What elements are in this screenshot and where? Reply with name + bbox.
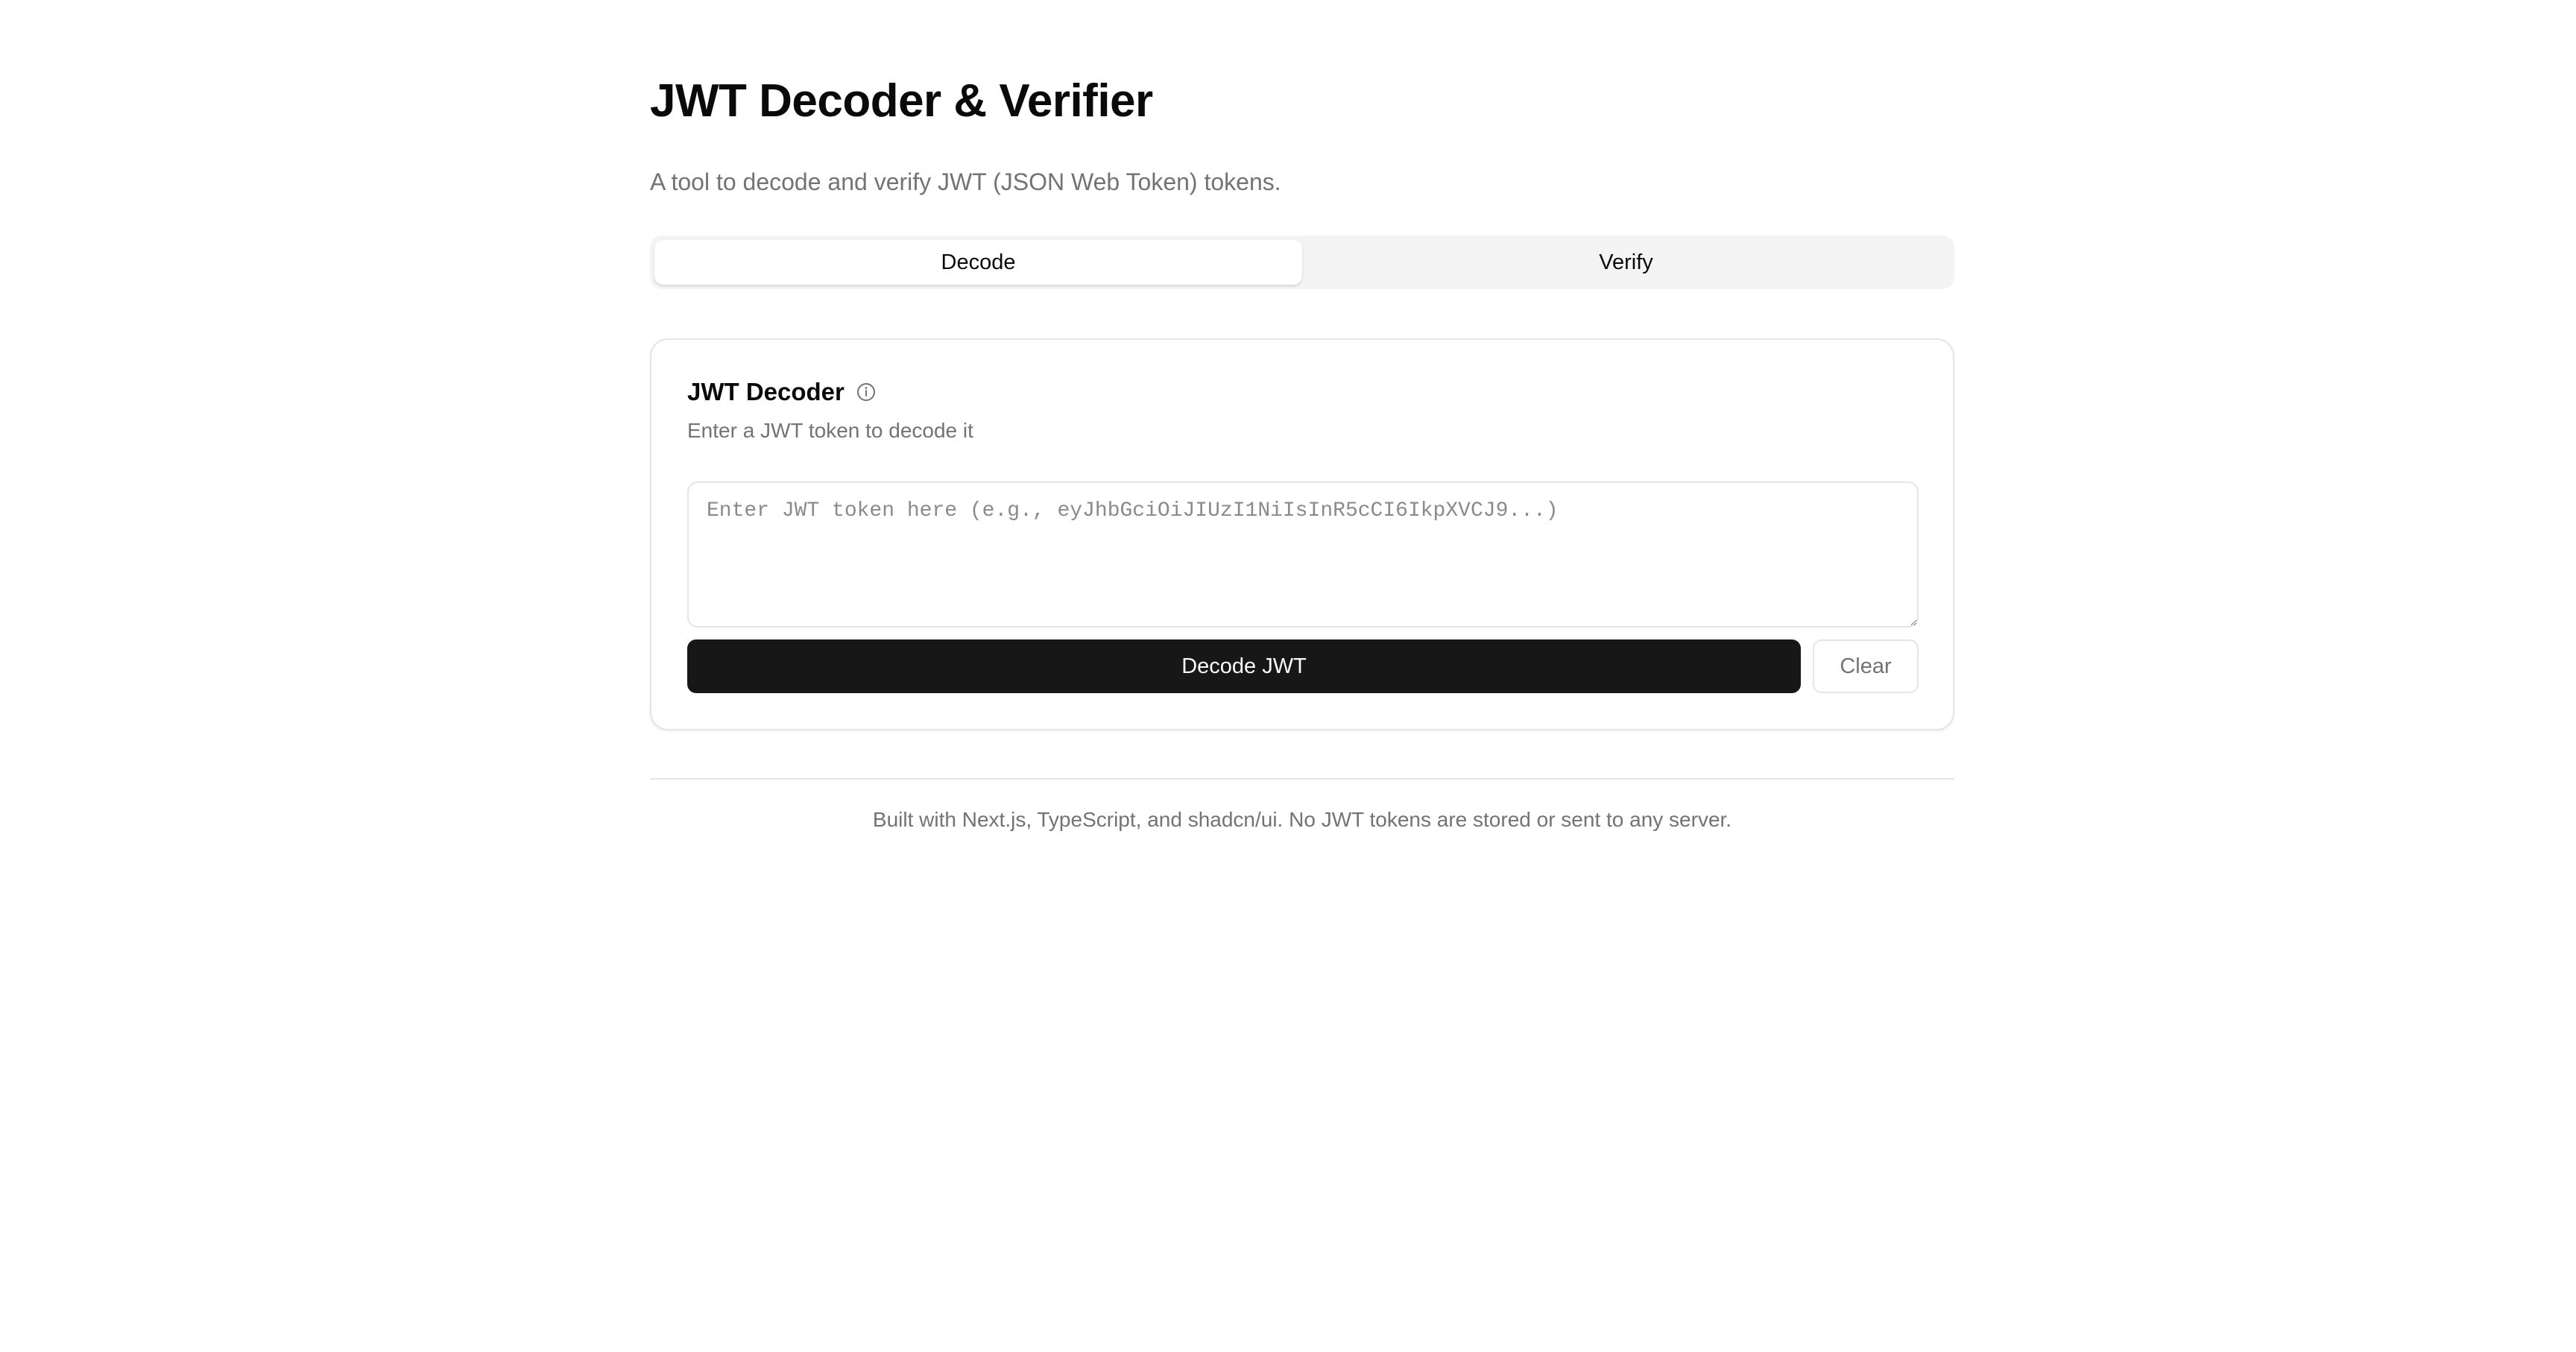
jwt-decoder-card: JWT Decoder Enter a JWT token to decode … [650,338,1954,730]
page-title: JWT Decoder & Verifier [650,75,1153,127]
jwt-token-input[interactable] [687,481,1919,628]
card-title: JWT Decoder [687,378,845,405]
tab-decode[interactable]: Decode [654,240,1302,285]
footer-text: Built with Next.js, TypeScript, and shad… [872,808,1732,831]
decode-jwt-button[interactable]: Decode JWT [687,639,1801,693]
tab-verify[interactable]: Verify [1302,240,1950,285]
mode-tabs: Decode Verify [650,236,1954,289]
page-subtitle: A tool to decode and verify JWT (JSON We… [650,168,1281,195]
info-icon[interactable] [856,382,876,402]
clear-button[interactable]: Clear [1813,639,1919,693]
card-description: Enter a JWT token to decode it [687,419,973,442]
card-header: JWT Decoder [687,374,876,410]
footer-divider [650,778,1954,780]
